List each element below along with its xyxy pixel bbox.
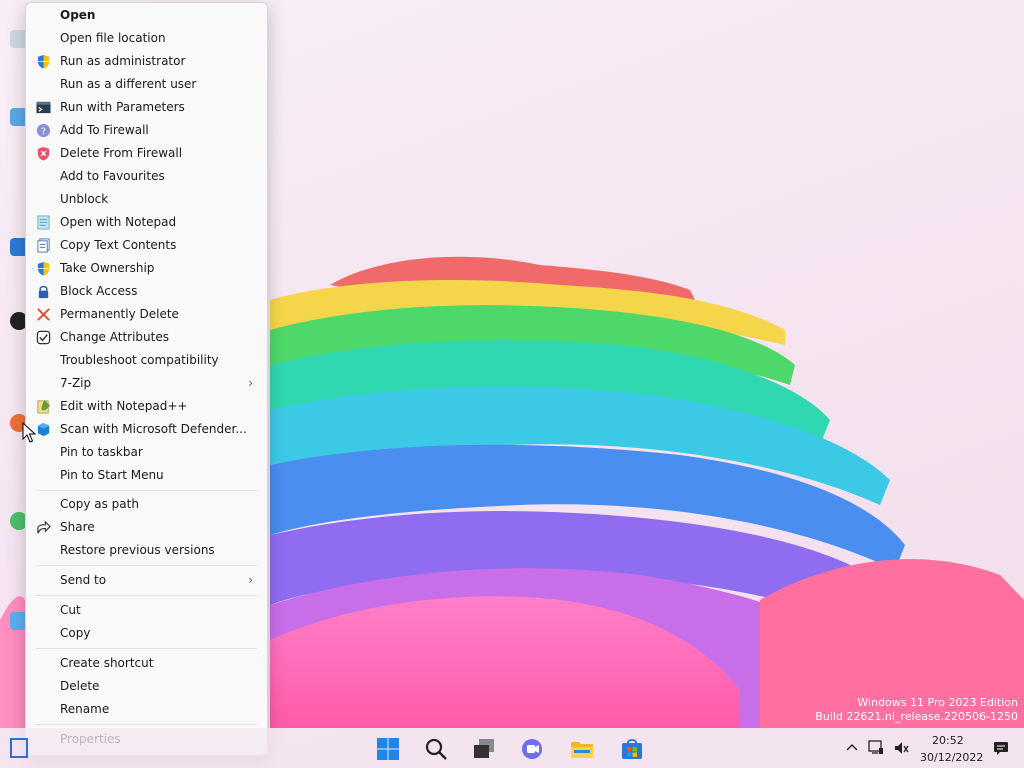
clock-time[interactable]: 20:52 xyxy=(932,734,964,747)
menu-item-label: Add to Favourites xyxy=(60,169,165,183)
menu-item-permanently-delete[interactable]: Permanently Delete xyxy=(30,303,263,326)
file-explorer-icon[interactable] xyxy=(570,737,594,761)
checkbox-icon xyxy=(36,330,51,345)
menu-item-label: Delete From Firewall xyxy=(60,146,183,160)
chevron-right-icon: › xyxy=(248,376,253,390)
menu-item-label: Copy Text Contents xyxy=(60,238,177,252)
menu-item-delete-from-firewall[interactable]: Delete From Firewall xyxy=(30,142,263,165)
menu-item-pin-to-taskbar[interactable]: Pin to taskbar xyxy=(30,441,263,464)
menu-separator xyxy=(36,595,257,596)
menu-item-label: Add To Firewall xyxy=(60,123,149,137)
menu-item-label: Send to xyxy=(60,573,107,587)
network-icon[interactable] xyxy=(868,739,884,755)
copy-text-icon xyxy=(36,238,51,253)
menu-item-label: Restore previous versions xyxy=(60,543,215,557)
search-icon[interactable] xyxy=(424,737,448,761)
menu-item-label: Open file location xyxy=(60,31,166,45)
menu-item-label: Copy as path xyxy=(60,497,139,511)
menu-item-add-to-firewall[interactable]: ? Add To Firewall xyxy=(30,119,263,142)
menu-item-block-access[interactable]: Block Access xyxy=(30,280,263,303)
menu-item-open-file-location[interactable]: Open file location xyxy=(30,27,263,50)
task-view-icon[interactable] xyxy=(472,737,496,761)
menu-item-run-as-a-different-user[interactable]: Run as a different user xyxy=(30,73,263,96)
watermark-build: Build 22621.ni_release.220506-1250 xyxy=(815,710,1018,723)
shield-x-icon xyxy=(36,146,51,161)
watermark-edition: Windows 11 Pro 2023 Edition xyxy=(857,696,1018,709)
menu-item-cut[interactable]: Cut xyxy=(30,599,263,622)
menu-item-label: Create shortcut xyxy=(60,656,154,670)
menu-item-label: Unblock xyxy=(60,192,109,206)
lock-icon xyxy=(36,284,51,299)
menu-item-label: Rename xyxy=(60,702,110,716)
menu-item-label: Copy xyxy=(60,626,91,640)
menu-item-label: Change Attributes xyxy=(60,330,169,344)
menu-item-create-shortcut[interactable]: Create shortcut xyxy=(30,652,263,675)
menu-item-copy-text-contents[interactable]: Copy Text Contents xyxy=(30,234,263,257)
volume-muted-icon[interactable] xyxy=(893,740,909,756)
menu-item-label: Cut xyxy=(60,603,81,617)
menu-item-rename[interactable]: Rename xyxy=(30,698,263,721)
widgets-icon[interactable] xyxy=(10,738,28,758)
menu-item-scan-with-microsoft-defender[interactable]: Scan with Microsoft Defender... xyxy=(30,418,263,441)
menu-item-restore-previous-versions[interactable]: Restore previous versions xyxy=(30,539,263,562)
shield-icon xyxy=(36,261,51,276)
menu-item-run-with-parameters[interactable]: Run with Parameters xyxy=(30,96,263,119)
menu-item-take-ownership[interactable]: Take Ownership xyxy=(30,257,263,280)
menu-item-label: Open xyxy=(60,8,96,22)
menu-item-open[interactable]: Open xyxy=(30,4,263,27)
menu-item-add-to-favourites[interactable]: Add to Favourites xyxy=(30,165,263,188)
menu-item-label: Open with Notepad xyxy=(60,215,177,229)
red-x-icon xyxy=(36,307,51,322)
menu-item-copy[interactable]: Copy xyxy=(30,622,263,645)
menu-item-copy-as-path[interactable]: Copy as path xyxy=(30,493,263,516)
chevron-up-icon[interactable] xyxy=(846,742,858,752)
menu-item-label: Pin to taskbar xyxy=(60,445,143,459)
menu-item-unblock[interactable]: Unblock xyxy=(30,188,263,211)
menu-item-label: Troubleshoot compatibility xyxy=(60,353,219,367)
notification-icon[interactable] xyxy=(993,740,1009,756)
menu-separator xyxy=(36,648,257,649)
notepad-icon xyxy=(36,215,51,230)
menu-item-open-with-notepad[interactable]: Open with Notepad xyxy=(30,211,263,234)
menu-item-label: 7-Zip xyxy=(60,376,92,390)
menu-separator xyxy=(36,490,257,491)
menu-item-label: Delete xyxy=(60,679,100,693)
store-icon[interactable] xyxy=(620,737,644,761)
menu-item-change-attributes[interactable]: Change Attributes xyxy=(30,326,263,349)
teams-chat-icon[interactable] xyxy=(520,737,544,761)
menu-item-label: Permanently Delete xyxy=(60,307,179,321)
chevron-right-icon: › xyxy=(248,573,253,587)
menu-item-label: Pin to Start Menu xyxy=(60,468,164,482)
shield-icon xyxy=(36,54,51,69)
menu-item-label: Run with Parameters xyxy=(60,100,185,114)
svg-text:?: ? xyxy=(41,126,46,137)
menu-item-label: Edit with Notepad++ xyxy=(60,399,188,413)
share-icon xyxy=(36,520,51,535)
menu-item-7-zip[interactable]: 7-Zip › xyxy=(30,372,263,395)
menu-item-label: Block Access xyxy=(60,284,138,298)
menu-item-label: Take Ownership xyxy=(60,261,155,275)
notepadpp-icon xyxy=(36,399,51,414)
menu-separator xyxy=(36,724,257,725)
menu-item-label: Run as a different user xyxy=(60,77,197,91)
windows-start-icon[interactable] xyxy=(376,737,400,761)
menu-item-label: Run as administrator xyxy=(60,54,186,68)
menu-item-send-to[interactable]: Send to › xyxy=(30,569,263,592)
menu-item-edit-with-notepad[interactable]: Edit with Notepad++ xyxy=(30,395,263,418)
menu-item-label: Share xyxy=(60,520,95,534)
menu-item-share[interactable]: Share xyxy=(30,516,263,539)
defender-icon xyxy=(36,422,51,437)
clock-date[interactable]: 30/12/2022 xyxy=(920,751,983,764)
terminal-icon xyxy=(36,100,51,115)
context-menu: Open Open file location Run as administrat… xyxy=(25,2,268,756)
menu-separator xyxy=(36,565,257,566)
mouse-cursor xyxy=(22,422,37,443)
menu-item-run-as-administrator[interactable]: Run as administrator xyxy=(30,50,263,73)
menu-item-delete[interactable]: Delete xyxy=(30,675,263,698)
menu-item-pin-to-start-menu[interactable]: Pin to Start Menu xyxy=(30,464,263,487)
menu-item-label: Scan with Microsoft Defender... xyxy=(60,422,247,436)
help-circle-icon: ? xyxy=(36,123,51,138)
menu-item-troubleshoot-compatibility[interactable]: Troubleshoot compatibility xyxy=(30,349,263,372)
